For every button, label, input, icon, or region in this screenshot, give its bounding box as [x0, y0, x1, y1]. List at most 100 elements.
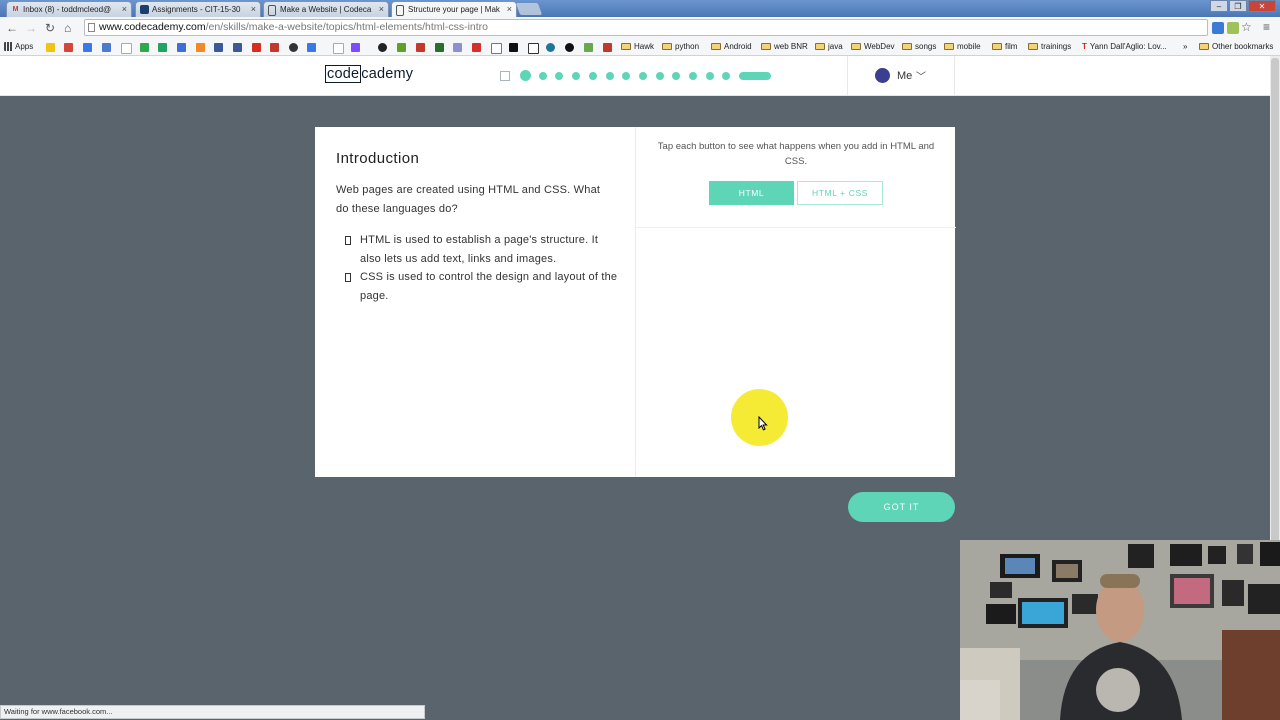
minimize-button[interactable]: –: [1210, 0, 1228, 12]
bookmark-favicon-icon[interactable]: [584, 43, 593, 52]
bookmark-favicon-icon[interactable]: [177, 43, 186, 52]
tab-make-a-website[interactable]: Make a Website | Codeca ×: [263, 1, 389, 17]
bookmark-folder-trainings[interactable]: trainings: [1028, 39, 1071, 55]
reload-icon[interactable]: ↻: [45, 21, 55, 35]
bookmark-favicon-icon[interactable]: [491, 43, 502, 54]
folder-icon: [1028, 43, 1038, 51]
progress-dot[interactable]: [605, 72, 614, 80]
wordpress-icon[interactable]: [546, 43, 555, 52]
tab-inbox[interactable]: M Inbox (8) - toddmcleod@ ×: [6, 1, 132, 17]
folder-icon: [992, 43, 1002, 51]
wikipedia-icon[interactable]: [528, 43, 539, 54]
bookmark-favicon-icon[interactable]: [397, 43, 406, 52]
progress-dot[interactable]: [638, 72, 647, 80]
bookmark-folder-songs[interactable]: songs: [902, 39, 936, 55]
presenter-video-image: [960, 540, 1280, 720]
bookmark-favicon-icon[interactable]: [565, 43, 574, 52]
demo-divider: [636, 227, 956, 228]
lesson-bullets: HTML is used to establish a page's struc…: [344, 231, 619, 305]
bookmark-folder-web-bnr[interactable]: web BNR: [761, 39, 808, 55]
extension-icon[interactable]: [1212, 22, 1224, 34]
close-window-button[interactable]: ✕: [1248, 0, 1276, 12]
progress-dot[interactable]: [622, 72, 631, 80]
bookmark-favicon-icon[interactable]: [102, 43, 111, 52]
got-it-button[interactable]: GOT IT: [848, 492, 955, 522]
tab-assignments[interactable]: Assignments - CIT-15-30 ×: [135, 1, 261, 17]
folder-icon: [621, 43, 631, 51]
tab-close-icon[interactable]: ×: [379, 2, 384, 17]
tab-close-icon[interactable]: ×: [251, 2, 256, 17]
home-icon[interactable]: ⌂: [64, 21, 71, 35]
bookmark-favicon-icon[interactable]: [416, 43, 425, 52]
bookmark-favicon-icon[interactable]: [196, 43, 205, 52]
bookmark-favicon-icon[interactable]: [333, 43, 344, 54]
bookmark-favicon-icon[interactable]: [378, 43, 387, 52]
logo-text: cademy: [361, 66, 414, 82]
progress-dot[interactable]: [672, 72, 681, 80]
forward-icon[interactable]: →: [25, 21, 37, 35]
gmail-icon[interactable]: [64, 43, 73, 52]
bookmark-favicon-icon[interactable]: [83, 43, 92, 52]
bookmark-apps[interactable]: Apps: [4, 39, 33, 55]
progress-final-bar[interactable]: [739, 72, 771, 80]
bookmark-favicon-icon[interactable]: [472, 43, 481, 52]
drive-icon[interactable]: [140, 43, 149, 52]
bookmark-favicon-icon[interactable]: [121, 43, 132, 54]
bullet-icon: [345, 236, 351, 245]
bookmark-folder-hawk[interactable]: Hawk: [621, 39, 654, 55]
progress-dot[interactable]: [722, 72, 731, 80]
lesson-menu-square-icon[interactable]: [500, 71, 510, 81]
bookmark-favicon-icon[interactable]: [307, 43, 316, 52]
bookmark-ted-talk[interactable]: T Yann Dall'Aglio: Lov...: [1082, 39, 1167, 55]
html-css-button[interactable]: HTML + CSS: [797, 181, 883, 205]
progress-dot[interactable]: [555, 72, 564, 80]
html-button[interactable]: HTML: [709, 181, 794, 205]
bookmark-favicon-icon[interactable]: [214, 43, 223, 52]
bookmark-favicon-icon[interactable]: [351, 43, 360, 52]
progress-dot[interactable]: [689, 72, 697, 80]
bookmark-favicon-icon[interactable]: [603, 43, 612, 52]
lesson-intro: Web pages are created using HTML and CSS…: [336, 184, 601, 215]
bookmark-folder-other[interactable]: Other bookmarks: [1199, 39, 1273, 55]
new-tab-button[interactable]: [515, 3, 543, 15]
bookmark-folder-webdev[interactable]: WebDev: [851, 39, 895, 55]
bookmark-favicon-icon[interactable]: [435, 43, 444, 52]
progress-dot[interactable]: [705, 72, 714, 80]
bookmark-star-icon[interactable]: ☆: [1241, 20, 1252, 34]
bookmark-favicon-icon[interactable]: [289, 43, 298, 52]
bookmark-folder-python[interactable]: python: [662, 39, 699, 55]
progress-dot[interactable]: [655, 72, 664, 80]
tab-title: Make a Website | Codeca: [280, 5, 372, 14]
address-bar[interactable]: www.codecademy.com/en/skills/make-a-webs…: [84, 19, 1208, 36]
bookmark-favicon-icon[interactable]: [46, 43, 55, 52]
codecademy-logo[interactable]: code cademy: [325, 65, 414, 83]
progress-dot[interactable]: [538, 72, 547, 80]
page-info-icon[interactable]: [88, 23, 95, 32]
bookmark-folder-java[interactable]: java: [815, 39, 843, 55]
youtube-icon[interactable]: [252, 43, 261, 52]
tab-close-icon[interactable]: ×: [507, 2, 512, 17]
folder-icon: [944, 43, 954, 51]
sheets-icon[interactable]: [158, 43, 167, 52]
extension-icon[interactable]: [1227, 22, 1239, 34]
bookmark-folder-android[interactable]: Android: [711, 39, 752, 55]
bookmark-favicon-icon[interactable]: [509, 43, 518, 52]
bookmark-favicon-icon[interactable]: [453, 43, 462, 52]
menu-icon[interactable]: ≡: [1263, 20, 1270, 34]
progress-dot[interactable]: [588, 72, 597, 80]
back-icon[interactable]: ←: [6, 21, 18, 35]
url-host: www.codecademy.com: [99, 21, 206, 33]
progress-dot[interactable]: [572, 72, 581, 80]
maximize-button[interactable]: ❐: [1229, 0, 1247, 12]
page-icon: [268, 5, 276, 16]
apps-grid-icon: [4, 42, 13, 52]
tab-close-icon[interactable]: ×: [122, 2, 127, 17]
facebook-icon[interactable]: [233, 43, 242, 52]
folder-icon: [711, 43, 721, 51]
bookmark-folder-film[interactable]: film: [992, 39, 1017, 55]
bookmark-favicon-icon[interactable]: [270, 43, 279, 52]
progress-dot[interactable]: [520, 70, 531, 81]
tab-structure-your-page[interactable]: Structure your page | Mak ×: [391, 1, 517, 17]
bookmark-folder-mobile[interactable]: mobile: [944, 39, 981, 55]
bookmarks-overflow-chevron[interactable]: »: [1183, 39, 1187, 55]
